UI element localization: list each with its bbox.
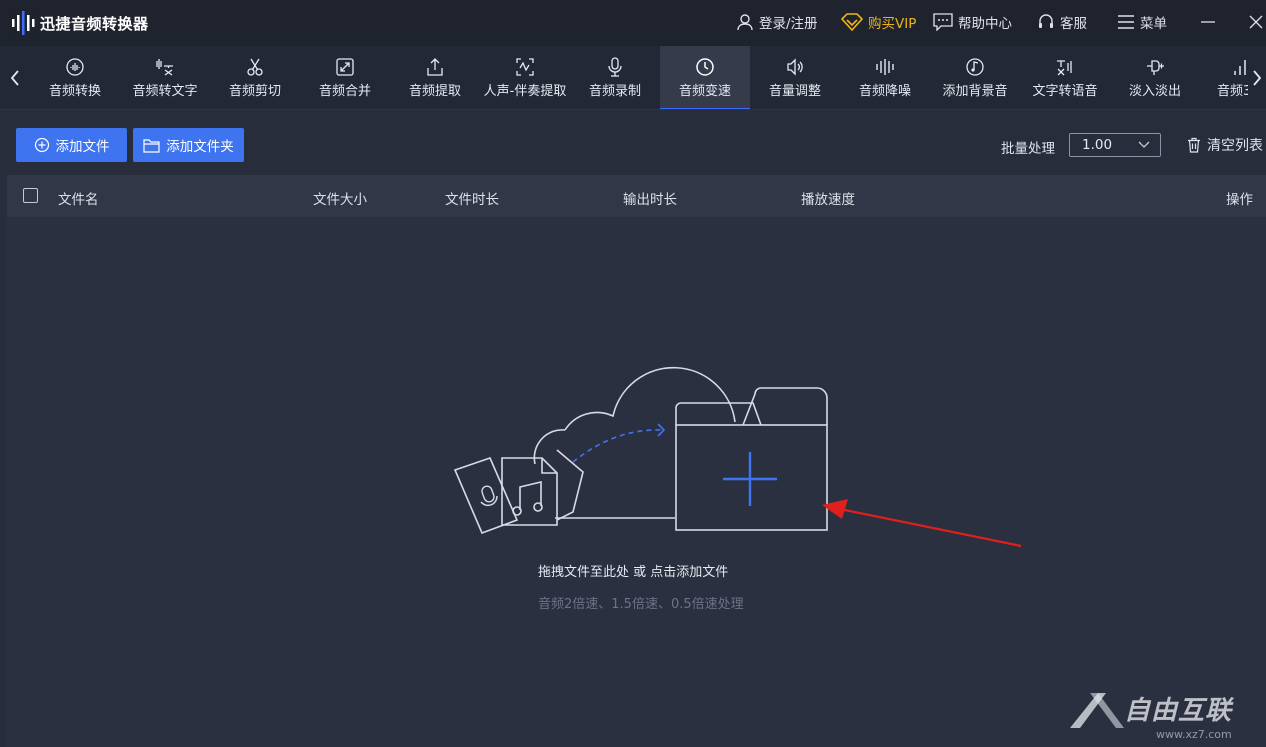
menu-label: 菜单 [1140, 16, 1167, 32]
nav-label: 人声-伴奏提取 [483, 84, 567, 99]
login-label: 登录/注册 [759, 16, 818, 32]
merge-icon [336, 58, 354, 76]
headset-icon [1039, 14, 1053, 28]
music-note-icon [966, 58, 984, 76]
close-button[interactable] [1243, 10, 1266, 34]
file-table-header: 文件名 文件大小 文件时长 输出时长 播放速度 操作 [7, 175, 1266, 217]
upload-icon [427, 58, 443, 76]
add-file-button[interactable]: 添加文件 [16, 128, 127, 162]
column-file-name: 文件名 [58, 192, 99, 208]
microphone-icon [608, 57, 622, 77]
function-nav-bar: 音频转换 音频转文字 音频剪切 音频合并 音频提取 人声-伴奏提取 音频录制 音… [0, 46, 1266, 110]
watermark-url: www.xz7.com [1156, 728, 1232, 741]
nav-text-to-speech[interactable]: 文字转语音 [1020, 46, 1110, 109]
folder-icon [143, 138, 160, 153]
nav-label: 音频提取 [408, 84, 461, 99]
voice-extract-icon [516, 58, 534, 76]
title-bar: 迅捷音频转换器 登录/注册 购买VIP 帮助中心 客服 菜单 [0, 0, 1266, 46]
batch-speed-value: 1.00 [1082, 137, 1113, 153]
fade-icon [1147, 60, 1164, 75]
nav-audio-convert[interactable]: 音频转换 [30, 46, 120, 109]
nav-volume-adjust[interactable]: 音量调整 [750, 46, 840, 109]
service-label: 客服 [1060, 16, 1087, 32]
annotation-arrow [822, 499, 1022, 548]
nav-label: 音频转文字 [132, 84, 198, 99]
chevron-left-icon [10, 70, 19, 86]
nav-label: 音频3 [1217, 84, 1252, 99]
chat-help-icon [933, 13, 953, 31]
nav-label: 音频剪切 [228, 84, 281, 99]
hamburger-menu-icon [1118, 15, 1134, 29]
vip-label: 购买VIP [868, 16, 917, 32]
nav-label: 淡入淡出 [1128, 84, 1181, 99]
nav-label: 音频降噪 [858, 84, 911, 99]
nav-label: 音频录制 [588, 84, 641, 99]
clear-list-label: 清空列表 [1207, 138, 1263, 154]
chevron-down-icon [1138, 141, 1150, 148]
column-play-speed: 播放速度 [801, 192, 855, 208]
column-file-duration: 文件时长 [445, 192, 499, 208]
vip-diamond-icon [841, 13, 863, 31]
text-to-speech-icon [1057, 60, 1072, 76]
nav-audio-extract[interactable]: 音频提取 [390, 46, 480, 109]
volume-icon [787, 58, 803, 76]
batch-process-label: 批量处理 [1001, 141, 1055, 157]
add-folder-label: 添加文件夹 [166, 139, 234, 155]
help-label: 帮助中心 [958, 16, 1012, 32]
login-button[interactable]: 登录/注册 [736, 10, 818, 34]
nav-audio-cut[interactable]: 音频剪切 [210, 46, 300, 109]
trash-icon [1188, 137, 1200, 153]
nav-label: 音频变速 [678, 84, 731, 99]
user-icon [737, 14, 753, 31]
buy-vip-button[interactable]: 购买VIP [841, 10, 916, 34]
drop-files-illustration[interactable] [445, 350, 835, 540]
add-file-label: 添加文件 [55, 139, 110, 155]
plus-circle-icon [34, 137, 49, 153]
audio-convert-icon [66, 58, 84, 76]
nav-label: 音频转换 [48, 84, 101, 99]
nav-voice-extract[interactable]: 人声-伴奏提取 [480, 46, 570, 109]
denoise-icon [876, 59, 894, 75]
speed-hint-text: 音频2倍速、1.5倍速、0.5倍速处理 [538, 597, 744, 612]
column-file-size: 文件大小 [313, 192, 367, 208]
menu-button[interactable]: 菜单 [1117, 10, 1167, 34]
customer-service-button[interactable]: 客服 [1037, 10, 1087, 34]
select-all-checkbox[interactable] [23, 188, 38, 203]
nav-label: 音频合并 [318, 84, 371, 99]
add-folder-button[interactable]: 添加文件夹 [133, 128, 244, 162]
drop-hint-text: 拖拽文件至此处 或 点击添加文件 [538, 565, 729, 580]
nav-speech-to-text[interactable]: 音频转文字 [120, 46, 210, 109]
nav-audio-record[interactable]: 音频录制 [570, 46, 660, 109]
clear-list-button[interactable]: 清空列表 [1186, 135, 1263, 155]
close-icon [1249, 15, 1263, 29]
column-actions: 操作 [1226, 192, 1253, 208]
watermark-logo [1070, 693, 1124, 728]
nav-scroll-right-button[interactable] [1248, 46, 1266, 109]
watermark-text: 自由互联 [1124, 696, 1233, 726]
speech-to-text-icon [156, 59, 173, 76]
nav-add-background-music[interactable]: 添加背景音 [930, 46, 1020, 109]
nav-label: 添加背景音 [942, 84, 1008, 99]
nav-label: 音量调整 [768, 84, 821, 99]
nav-scroll-left-button[interactable] [0, 46, 30, 109]
nav-audio-more[interactable]: 音频3 [1200, 46, 1252, 109]
nav-denoise[interactable]: 音频降噪 [840, 46, 930, 109]
help-center-button[interactable]: 帮助中心 [933, 10, 1012, 34]
batch-speed-select[interactable]: 1.00 [1069, 133, 1161, 157]
scissors-icon [247, 58, 263, 76]
minimize-button[interactable] [1195, 10, 1221, 34]
app-title: 迅捷音频转换器 [40, 15, 149, 33]
app-logo-icon [9, 8, 39, 38]
chevron-right-icon [1253, 70, 1262, 86]
nav-audio-speed[interactable]: 音频变速 [660, 46, 750, 109]
nav-audio-merge[interactable]: 音频合并 [300, 46, 390, 109]
column-output-duration: 输出时长 [623, 192, 677, 208]
speed-icon [696, 58, 714, 76]
minimize-icon [1201, 21, 1215, 23]
nav-label: 文字转语音 [1032, 84, 1098, 99]
nav-fade-in-out[interactable]: 淡入淡出 [1110, 46, 1200, 109]
